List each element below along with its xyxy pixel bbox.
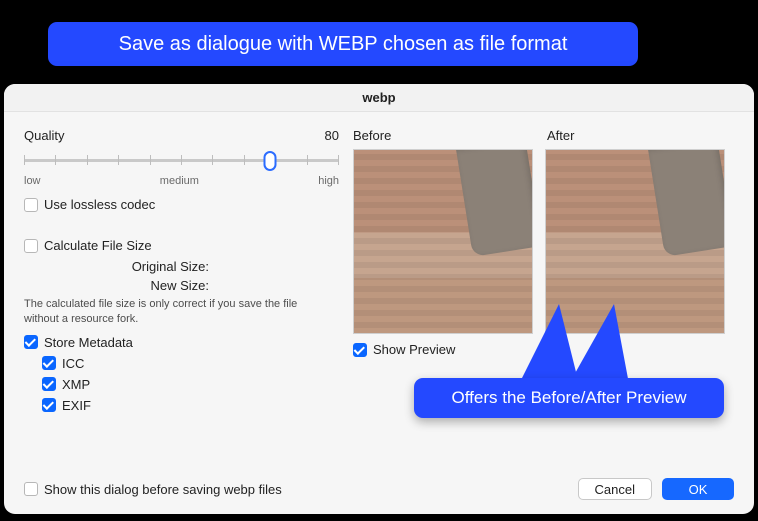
dialog-title: webp — [4, 84, 754, 112]
metadata-row[interactable]: Store Metadata — [24, 335, 339, 350]
save-dialog: webp Quality 80 low medium high — [4, 84, 754, 514]
lossless-label: Use lossless codec — [44, 197, 155, 212]
ok-button-label: OK — [689, 482, 708, 497]
xmp-checkbox[interactable] — [42, 377, 56, 391]
icc-label: ICC — [62, 356, 84, 371]
dialog-content: Quality 80 low medium high Use lossless … — [4, 112, 754, 419]
quality-row: Quality 80 — [24, 128, 339, 143]
quality-slider-labels: low medium high — [24, 175, 339, 187]
quality-medium-label: medium — [160, 175, 199, 187]
quality-label: Quality — [24, 128, 64, 143]
annotation-banner-text: Save as dialogue with WEBP chosen as fil… — [119, 33, 568, 56]
xmp-label: XMP — [62, 377, 90, 392]
metadata-checkbox[interactable] — [24, 335, 38, 349]
metadata-label: Store Metadata — [44, 335, 133, 350]
annotation-banner: Save as dialogue with WEBP chosen as fil… — [48, 22, 638, 66]
cancel-button[interactable]: Cancel — [578, 478, 652, 500]
show-again-label: Show this dialog before saving webp file… — [44, 482, 282, 497]
calcsize-hint: The calculated file size is only correct… — [24, 297, 329, 327]
quality-low-label: low — [24, 175, 41, 187]
show-again-checkbox[interactable] — [24, 482, 38, 496]
before-preview-image — [353, 149, 533, 334]
after-label: After — [547, 128, 574, 143]
show-again-row[interactable]: Show this dialog before saving webp file… — [24, 482, 282, 497]
quality-value: 80 — [325, 128, 339, 143]
exif-label: EXIF — [62, 398, 91, 413]
exif-checkbox[interactable] — [42, 398, 56, 412]
quality-slider[interactable] — [24, 149, 339, 173]
icc-checkbox[interactable] — [42, 356, 56, 370]
lossless-checkbox[interactable] — [24, 198, 38, 212]
show-preview-label: Show Preview — [373, 342, 455, 357]
show-preview-checkbox[interactable] — [353, 343, 367, 357]
calcsize-checkbox[interactable] — [24, 239, 38, 253]
cancel-button-label: Cancel — [595, 482, 635, 497]
dialog-footer: Show this dialog before saving webp file… — [24, 478, 734, 500]
calcsize-label: Calculate File Size — [44, 238, 152, 253]
icc-row[interactable]: ICC — [42, 356, 339, 371]
new-size-label: New Size: — [84, 278, 209, 293]
annotation-bubble-text: Offers the Before/After Preview — [452, 388, 687, 408]
quality-high-label: high — [318, 175, 339, 187]
exif-row[interactable]: EXIF — [42, 398, 339, 413]
quality-slider-thumb[interactable] — [263, 151, 276, 171]
calcsize-row[interactable]: Calculate File Size — [24, 238, 339, 253]
annotation-bubble: Offers the Before/After Preview — [414, 378, 724, 418]
after-preview-image — [545, 149, 725, 334]
lossless-row[interactable]: Use lossless codec — [24, 197, 339, 212]
xmp-row[interactable]: XMP — [42, 377, 339, 392]
before-label: Before — [353, 128, 533, 143]
original-size-label: Original Size: — [84, 259, 209, 274]
ok-button[interactable]: OK — [662, 478, 734, 500]
show-preview-row[interactable]: Show Preview — [353, 342, 734, 357]
dialog-title-text: webp — [362, 90, 395, 105]
right-column: Before After Show Preview — [353, 128, 734, 419]
left-column: Quality 80 low medium high Use lossless … — [24, 128, 339, 419]
